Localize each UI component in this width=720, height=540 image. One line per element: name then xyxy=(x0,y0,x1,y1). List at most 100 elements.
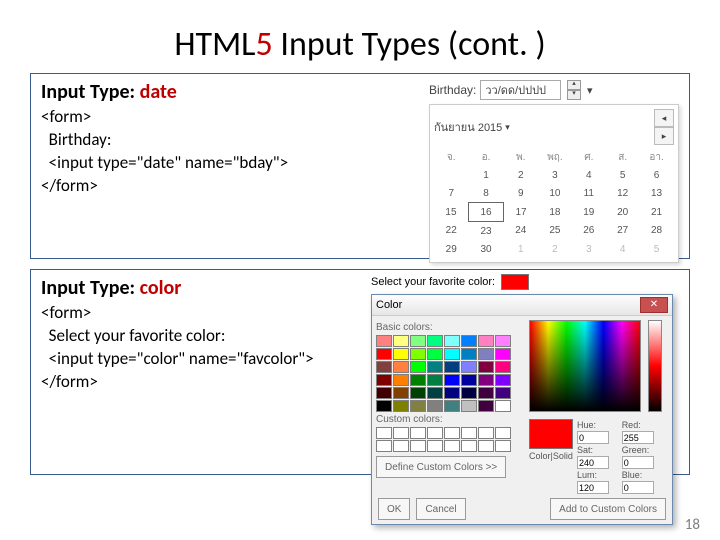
basic-color-swatch[interactable] xyxy=(410,361,426,373)
basic-color-swatch[interactable] xyxy=(393,335,409,347)
basic-color-swatch[interactable] xyxy=(427,361,443,373)
calendar-day[interactable]: 9 xyxy=(504,184,538,203)
custom-color-swatch[interactable] xyxy=(427,427,443,439)
calendar-day[interactable]: 7 xyxy=(434,184,468,203)
sat-field[interactable] xyxy=(577,456,609,469)
chevron-down-icon[interactable]: ▾ xyxy=(587,84,593,97)
custom-color-swatch[interactable] xyxy=(478,427,494,439)
calendar-prev-button[interactable]: ◂ xyxy=(654,109,674,127)
custom-color-swatch[interactable] xyxy=(461,440,477,452)
basic-color-swatch[interactable] xyxy=(410,374,426,386)
blue-field[interactable] xyxy=(622,481,654,494)
basic-color-swatch[interactable] xyxy=(495,387,511,399)
basic-color-swatch[interactable] xyxy=(427,374,443,386)
basic-color-swatch[interactable] xyxy=(444,400,460,412)
basic-color-swatch[interactable] xyxy=(444,335,460,347)
calendar-day[interactable]: 8 xyxy=(468,184,503,203)
custom-color-swatch[interactable] xyxy=(478,440,494,452)
basic-color-swatch[interactable] xyxy=(444,374,460,386)
calendar-day[interactable]: 11 xyxy=(572,184,606,203)
calendar-day[interactable]: 17 xyxy=(504,203,538,222)
basic-color-swatch[interactable] xyxy=(495,335,511,347)
basic-color-swatch[interactable] xyxy=(376,400,392,412)
basic-color-swatch[interactable] xyxy=(393,374,409,386)
calendar-day[interactable]: 24 xyxy=(504,222,538,241)
basic-color-swatch[interactable] xyxy=(427,348,443,360)
basic-color-swatch[interactable] xyxy=(495,361,511,373)
calendar-day[interactable]: 23 xyxy=(468,222,503,241)
calendar-day[interactable]: 5 xyxy=(606,166,640,184)
calendar-day[interactable]: 16 xyxy=(468,203,503,222)
basic-color-swatch[interactable] xyxy=(495,400,511,412)
define-custom-button[interactable]: Define Custom Colors >> xyxy=(376,456,506,478)
hue-field[interactable] xyxy=(577,431,609,444)
calendar-grid[interactable]: จ.อ.พ.พฤ.ศ.ส.อา. 12345678910111213151617… xyxy=(434,148,674,258)
basic-color-swatch[interactable] xyxy=(410,348,426,360)
basic-color-swatch[interactable] xyxy=(461,361,477,373)
basic-colors-grid[interactable] xyxy=(376,335,525,412)
basic-color-swatch[interactable] xyxy=(461,335,477,347)
calendar-day[interactable]: 3 xyxy=(572,240,606,258)
calendar-day[interactable]: 6 xyxy=(640,166,674,184)
lum-field[interactable] xyxy=(577,481,609,494)
basic-color-swatch[interactable] xyxy=(478,387,494,399)
calendar-day[interactable]: 26 xyxy=(572,222,606,241)
chevron-down-icon[interactable]: ▾ xyxy=(505,122,510,133)
custom-colors-grid[interactable] xyxy=(376,427,525,452)
basic-color-swatch[interactable] xyxy=(427,335,443,347)
custom-color-swatch[interactable] xyxy=(393,427,409,439)
calendar-day[interactable]: 15 xyxy=(434,203,468,222)
cancel-button[interactable]: Cancel xyxy=(416,498,465,520)
color-spectrum[interactable] xyxy=(529,320,641,412)
calendar-day[interactable]: 30 xyxy=(468,240,503,258)
custom-color-swatch[interactable] xyxy=(410,440,426,452)
basic-color-swatch[interactable] xyxy=(495,374,511,386)
basic-color-swatch[interactable] xyxy=(461,387,477,399)
basic-color-swatch[interactable] xyxy=(461,348,477,360)
calendar-day[interactable]: 18 xyxy=(538,203,572,222)
basic-color-swatch[interactable] xyxy=(410,387,426,399)
basic-color-swatch[interactable] xyxy=(444,348,460,360)
basic-color-swatch[interactable] xyxy=(427,387,443,399)
calendar-day[interactable]: 3 xyxy=(538,166,572,184)
calendar-day[interactable]: 1 xyxy=(468,166,503,184)
custom-color-swatch[interactable] xyxy=(376,440,392,452)
basic-color-swatch[interactable] xyxy=(461,374,477,386)
basic-color-swatch[interactable] xyxy=(376,374,392,386)
date-stepper[interactable]: ▴▾ xyxy=(567,80,581,100)
calendar-day[interactable]: 27 xyxy=(606,222,640,241)
calendar-day[interactable]: 19 xyxy=(572,203,606,222)
custom-color-swatch[interactable] xyxy=(461,427,477,439)
red-field[interactable] xyxy=(622,431,654,444)
basic-color-swatch[interactable] xyxy=(495,348,511,360)
basic-color-swatch[interactable] xyxy=(376,361,392,373)
custom-color-swatch[interactable] xyxy=(444,440,460,452)
custom-color-swatch[interactable] xyxy=(444,427,460,439)
basic-color-swatch[interactable] xyxy=(393,387,409,399)
calendar-next-button[interactable]: ▸ xyxy=(654,127,674,145)
custom-color-swatch[interactable] xyxy=(427,440,443,452)
calendar-day[interactable]: 2 xyxy=(538,240,572,258)
calendar-day[interactable] xyxy=(434,166,468,184)
luminance-slider[interactable] xyxy=(648,320,662,412)
close-icon[interactable]: ✕ xyxy=(640,297,668,313)
basic-color-swatch[interactable] xyxy=(444,361,460,373)
calendar-day[interactable]: 4 xyxy=(572,166,606,184)
basic-color-swatch[interactable] xyxy=(478,374,494,386)
calendar-day[interactable]: 13 xyxy=(640,184,674,203)
basic-color-swatch[interactable] xyxy=(444,387,460,399)
custom-color-swatch[interactable] xyxy=(495,427,511,439)
custom-color-swatch[interactable] xyxy=(393,440,409,452)
basic-color-swatch[interactable] xyxy=(393,348,409,360)
custom-color-swatch[interactable] xyxy=(495,440,511,452)
green-field[interactable] xyxy=(622,456,654,469)
basic-color-swatch[interactable] xyxy=(478,400,494,412)
basic-color-swatch[interactable] xyxy=(461,400,477,412)
basic-color-swatch[interactable] xyxy=(478,361,494,373)
calendar-day[interactable]: 2 xyxy=(504,166,538,184)
calendar-day[interactable]: 12 xyxy=(606,184,640,203)
custom-color-swatch[interactable] xyxy=(410,427,426,439)
ok-button[interactable]: OK xyxy=(378,498,410,520)
calendar-day[interactable]: 22 xyxy=(434,222,468,241)
calendar-day[interactable]: 29 xyxy=(434,240,468,258)
